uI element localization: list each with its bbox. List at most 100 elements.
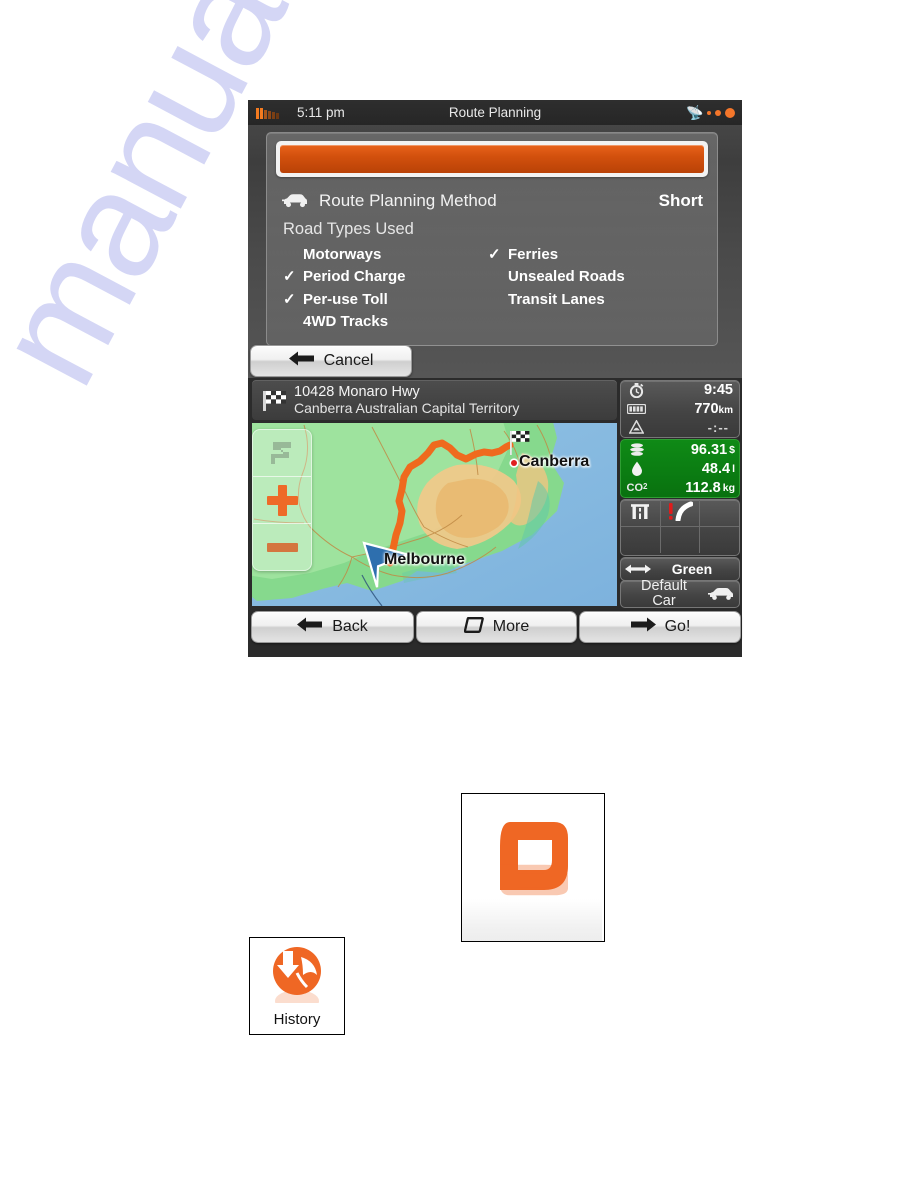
checkmark-icon: ✓ <box>283 268 296 286</box>
city-label-melbourne: Melbourne <box>384 551 465 568</box>
eco-cost-value: 96.31 <box>690 441 728 458</box>
grid-cell-empty[interactable] <box>700 527 739 553</box>
city-label-canberra: Canberra <box>519 453 590 470</box>
grid-cell-empty[interactable] <box>700 500 739 526</box>
cancel-label: Cancel <box>323 352 374 369</box>
eco-row-cost: 96.31 $ <box>621 440 739 459</box>
more-button[interactable]: More <box>416 611 577 643</box>
road-type-label: Per-use Toll <box>303 290 388 308</box>
eco-fuel-unit: l <box>732 462 735 475</box>
logo-reflection-fade <box>462 899 602 941</box>
road-type-label: Period Charge <box>303 268 406 286</box>
motorway-icon-cell[interactable] <box>621 500 661 526</box>
motorway-icon <box>630 501 650 526</box>
eta-arrival-value: 9:45 <box>703 382 733 399</box>
fuel-drop-icon <box>625 461 649 476</box>
road-type-item[interactable]: ✓ Ferries <box>488 243 693 266</box>
zoom-in-button[interactable] <box>253 477 311 523</box>
road-type-item[interactable]: Unsealed Roads <box>488 266 693 289</box>
map-canvas[interactable]: Canberra Melbourne <box>252 423 617 606</box>
route-alternatives-icon <box>621 563 655 575</box>
settings-panel: Route Planning Method Short Road Types U… <box>266 132 718 346</box>
app-logo-figure <box>461 793 605 942</box>
route-planning-screen: 5:11 pm Route Planning 📡 Route Planning … <box>248 100 742 378</box>
checkmark-icon: ✓ <box>488 245 501 263</box>
go-button[interactable]: Go! <box>579 611 741 643</box>
warning-curve-icon <box>667 501 694 526</box>
eta-row-remaining: -:-- <box>621 418 739 437</box>
eta-summary-box[interactable]: 9:45 770km -:-- <box>620 380 740 438</box>
road-type-label: Unsealed Roads <box>508 268 625 286</box>
app-logo-reflection <box>490 860 576 898</box>
grid-row-top <box>621 500 739 526</box>
co2-label-icon: CO 2 <box>626 481 648 494</box>
eta-row-arrival: 9:45 <box>621 381 739 400</box>
back-button[interactable]: Back <box>251 611 414 643</box>
route-attributes-grid[interactable] <box>620 499 740 556</box>
grid-row-bottom <box>621 527 739 553</box>
cancel-button-row: Cancel <box>248 344 742 378</box>
route-planning-method-row[interactable]: Route Planning Method Short <box>281 191 703 211</box>
eco-cost-unit: $ <box>729 443 735 456</box>
minus-icon <box>266 542 298 552</box>
warning-curve-cell[interactable] <box>661 500 701 526</box>
vehicle-label-line2: Car <box>652 593 676 609</box>
vehicle-profile-label: Default Car <box>621 579 703 609</box>
eco-row-fuel: 48.4 l <box>621 459 739 478</box>
checkered-flag-icon <box>260 388 290 412</box>
history-label: History <box>273 1011 321 1028</box>
plus-icon <box>266 484 298 516</box>
car-icon <box>703 586 739 602</box>
map-button-bar: Back More Go! <box>248 611 742 645</box>
distance-number: 770 <box>694 400 719 417</box>
arrow-left-icon <box>297 617 323 637</box>
destination-line2: Canberra Australian Capital Territory <box>294 400 520 417</box>
route-map-screen: 10428 Monaro Hwy Canberra Australian Cap… <box>248 378 742 657</box>
zoom-out-button[interactable] <box>253 524 311 570</box>
eco-co2-unit: kg <box>722 481 735 494</box>
distance-icon <box>625 403 647 414</box>
go-label: Go! <box>664 618 691 635</box>
status-bar: 5:11 pm Route Planning 📡 <box>248 100 742 125</box>
checkmark-icon: ✓ <box>283 290 296 308</box>
destination-bar[interactable]: 10428 Monaro Hwy Canberra Australian Cap… <box>252 380 617 420</box>
battery-dot-small-icon <box>707 110 711 115</box>
eco-summary-box[interactable]: 96.31 $ 48.4 l CO 2 112.8 kg <box>620 439 740 498</box>
road-type-item[interactable]: ✓ Period Charge <box>283 266 488 289</box>
arrow-left-icon <box>288 351 315 371</box>
arrow-right-icon <box>630 617 656 637</box>
progress-bar-fill <box>280 145 704 173</box>
gps-device-screenshot: 5:11 pm Route Planning 📡 Route Planning … <box>248 100 742 657</box>
destination-text: 10428 Monaro Hwy Canberra Australian Cap… <box>294 384 519 417</box>
grid-cell-empty[interactable] <box>621 527 661 553</box>
road-type-label: Transit Lanes <box>508 290 605 308</box>
progress-track <box>276 141 708 177</box>
money-stack-icon <box>625 442 649 457</box>
stopwatch-icon <box>625 382 647 398</box>
eco-row-co2: CO 2 112.8 kg <box>621 478 739 497</box>
satellite-icon[interactable]: 📡 <box>685 103 704 121</box>
road-types-columns: Motorways ✓ Period Charge ✓ Per-use Toll… <box>283 243 717 333</box>
eco-co2-value: 112.8 <box>685 479 721 496</box>
eta-row-distance: 770km <box>621 400 739 419</box>
method-value: Short <box>658 191 703 210</box>
eco-fuel-value: 48.4 <box>701 460 731 477</box>
grid-cell-empty[interactable] <box>661 527 701 553</box>
more-label: More <box>492 618 530 635</box>
road-type-item[interactable]: Motorways <box>283 243 488 266</box>
battery-dot-large-icon <box>725 107 735 118</box>
road-type-item[interactable]: Transit Lanes <box>488 288 693 311</box>
road-type-label: 4WD Tracks <box>303 313 389 331</box>
history-button-figure[interactable]: History <box>249 937 345 1035</box>
route-info-panel: 9:45 770km -:-- 96.31 $ 48.4 l CO 2 112.… <box>620 380 740 609</box>
vehicle-profile-row[interactable]: Default Car <box>620 579 740 609</box>
road-type-label: Ferries <box>508 245 559 263</box>
status-icons: 📡 <box>685 100 735 125</box>
history-icon-reflection <box>267 989 327 1012</box>
vehicle-label-line1: Default <box>641 578 687 595</box>
battery-dot-medium-icon <box>715 109 721 116</box>
road-type-item[interactable]: ✓ Per-use Toll <box>283 288 488 311</box>
cancel-button[interactable]: Cancel <box>250 345 412 377</box>
road-types-right-column: ✓ Ferries Unsealed Roads Transit Lanes <box>488 243 693 333</box>
road-type-item[interactable]: 4WD Tracks <box>283 311 488 334</box>
